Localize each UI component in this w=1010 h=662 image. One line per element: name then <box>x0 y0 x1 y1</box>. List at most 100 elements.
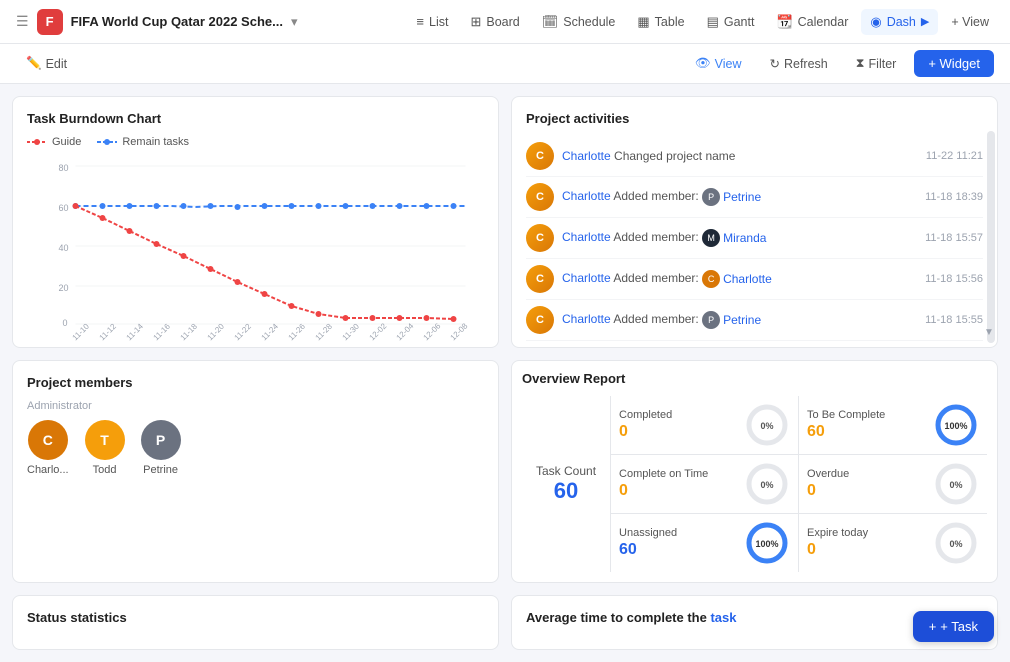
task-fab-button[interactable]: + + Task <box>913 611 994 642</box>
metrics-grid: Completed 0 0% To Be Complete 60 <box>611 396 987 572</box>
board-icon: ⊞ <box>470 14 481 30</box>
svg-text:20: 20 <box>59 283 69 293</box>
filter-button[interactable]: ⧗ Filter <box>846 51 907 76</box>
activity-item: C Charlotte Changed project name 11-22 1… <box>526 136 983 177</box>
tab-dash[interactable]: ◉ Dash ▶ <box>861 9 938 35</box>
widget-button[interactable]: + Widget <box>914 50 994 77</box>
edit-icon: ✏️ <box>26 56 42 71</box>
avatar-charlotte: C <box>526 265 554 293</box>
avatar-charlotte-sm: C <box>702 270 720 288</box>
tab-calendar[interactable]: 📆 Calendar <box>767 9 857 35</box>
refresh-icon: ↻ <box>770 56 780 71</box>
toolbar: ✏️ Edit 👁 View ↻ Refresh ⧗ Filter + Widg… <box>0 44 1010 84</box>
scrollbar-track[interactable] <box>987 131 995 343</box>
metric-overdue: Overdue 0 0% <box>799 455 987 514</box>
member-todd: T Todd <box>85 420 125 476</box>
view-icon: 👁 <box>695 56 711 71</box>
guide-line-icon <box>27 137 47 147</box>
table-icon: ▦ <box>637 14 649 30</box>
metric-complete-on-time: Complete on Time 0 0% <box>611 455 799 514</box>
burndown-card: Task Burndown Chart Guide Remain tasks 8… <box>12 96 499 348</box>
overview-content: Task Count 60 Completed 0 0% <box>522 396 987 572</box>
avatar-petrine-lg: P <box>141 420 181 460</box>
tab-table[interactable]: ▦ Table <box>628 9 693 35</box>
list-icon: ≡ <box>416 14 424 29</box>
metric-completed: Completed 0 0% <box>611 396 799 455</box>
hamburger-icon[interactable]: ☰ <box>12 9 33 34</box>
task-count-label: Task Count <box>536 464 596 478</box>
svg-text:80: 80 <box>59 163 69 173</box>
member-petrine: P Petrine <box>141 420 181 476</box>
svg-text:0%: 0% <box>761 421 774 431</box>
avatar-charlotte-lg: C <box>28 420 68 460</box>
svg-text:60: 60 <box>59 203 69 213</box>
avg-time-card: Average time to complete the task + + Ta… <box>511 595 998 650</box>
donut-to-be-complete: 100% <box>933 402 979 448</box>
activities-card: Project activities C Charlotte Changed p… <box>511 96 998 348</box>
avatar-petrine2-sm: P <box>702 311 720 329</box>
overview-card: Overview Report Task Count 60 Completed … <box>511 360 998 583</box>
edit-button[interactable]: ✏️ Edit <box>16 51 77 76</box>
svg-text:0: 0 <box>63 318 68 328</box>
remain-line-icon <box>97 137 117 147</box>
legend-guide: Guide <box>27 136 81 148</box>
svg-text:0%: 0% <box>761 480 774 490</box>
scroll-down-icon[interactable]: ▼ <box>982 325 996 339</box>
tab-gantt[interactable]: ▤ Gantt <box>698 9 764 35</box>
status-stats-title: Status statistics <box>27 610 484 625</box>
avatar-charlotte: C <box>526 347 554 348</box>
filter-icon: ⧗ <box>856 56 865 71</box>
overview-title: Overview Report <box>522 371 987 386</box>
activity-item: C Charlotte Added member: C Charlotte 11… <box>526 259 983 300</box>
activity-item: C Charlotte Added member: P Petrine 11-1… <box>526 300 983 341</box>
schedule-icon: 🗓 <box>542 14 559 30</box>
donut-completed: 0% <box>744 402 790 448</box>
donut-expire-today: 0% <box>933 520 979 566</box>
refresh-button[interactable]: ↻ Refresh <box>760 51 838 76</box>
members-title: Project members <box>27 375 484 390</box>
task-count-section: Task Count 60 <box>522 396 611 572</box>
burndown-title: Task Burndown Chart <box>27 111 484 126</box>
title-dropdown-icon[interactable]: ▾ <box>291 14 298 30</box>
status-stats-card: Status statistics <box>12 595 499 650</box>
plus-icon: + <box>929 619 937 634</box>
members-list: C Charlo... T Todd P Petrine <box>27 420 484 476</box>
view-button[interactable]: 👁 View <box>685 51 752 76</box>
donut-complete-on-time: 0% <box>744 461 790 507</box>
members-card: Project members Administrator C Charlo..… <box>12 360 499 583</box>
role-label: Administrator <box>27 400 484 412</box>
avatar-charlotte: C <box>526 224 554 252</box>
activity-item: C Charlotte Added member: T Todd 11-18 1… <box>526 341 983 348</box>
project-title: FIFA World Cup Qatar 2022 Sche... <box>71 14 283 29</box>
dash-icon: ◉ <box>870 14 881 30</box>
burndown-chart-svg: 80 60 40 20 0 <box>27 156 484 341</box>
dash-arrow: ▶ <box>921 15 929 28</box>
activities-title: Project activities <box>526 111 983 126</box>
avatar-todd-lg: T <box>85 420 125 460</box>
gantt-icon: ▤ <box>707 14 719 30</box>
svg-text:100%: 100% <box>944 421 967 431</box>
avatar-charlotte: C <box>526 183 554 211</box>
legend-remain: Remain tasks <box>97 136 189 148</box>
metric-expire-today: Expire today 0 0% <box>799 514 987 572</box>
avatar-charlotte: C <box>526 142 554 170</box>
svg-text:0%: 0% <box>949 539 962 549</box>
avatar-miranda-sm: M <box>702 229 720 247</box>
tab-schedule[interactable]: 🗓 Schedule <box>533 9 625 35</box>
app-logo: F <box>37 9 63 35</box>
svg-text:100%: 100% <box>756 539 779 549</box>
activity-item: C Charlotte Added member: M Miranda 11-1… <box>526 218 983 259</box>
chart-legend: Guide Remain tasks <box>27 136 484 148</box>
main-content: Task Burndown Chart Guide Remain tasks 8… <box>0 84 1010 662</box>
activities-list: C Charlotte Changed project name 11-22 1… <box>526 136 983 348</box>
top-nav: ☰ F FIFA World Cup Qatar 2022 Sche... ▾ … <box>0 0 1010 44</box>
donut-overdue: 0% <box>933 461 979 507</box>
svg-text:0%: 0% <box>949 480 962 490</box>
task-count-value: 60 <box>554 478 578 504</box>
donut-unassigned: 100% <box>744 520 790 566</box>
metric-to-be-complete: To Be Complete 60 100% <box>799 396 987 455</box>
add-view-button[interactable]: + View <box>942 10 998 34</box>
tab-list[interactable]: ≡ List <box>407 9 457 34</box>
avatar-petrine-sm: P <box>702 188 720 206</box>
tab-board[interactable]: ⊞ Board <box>461 9 528 35</box>
